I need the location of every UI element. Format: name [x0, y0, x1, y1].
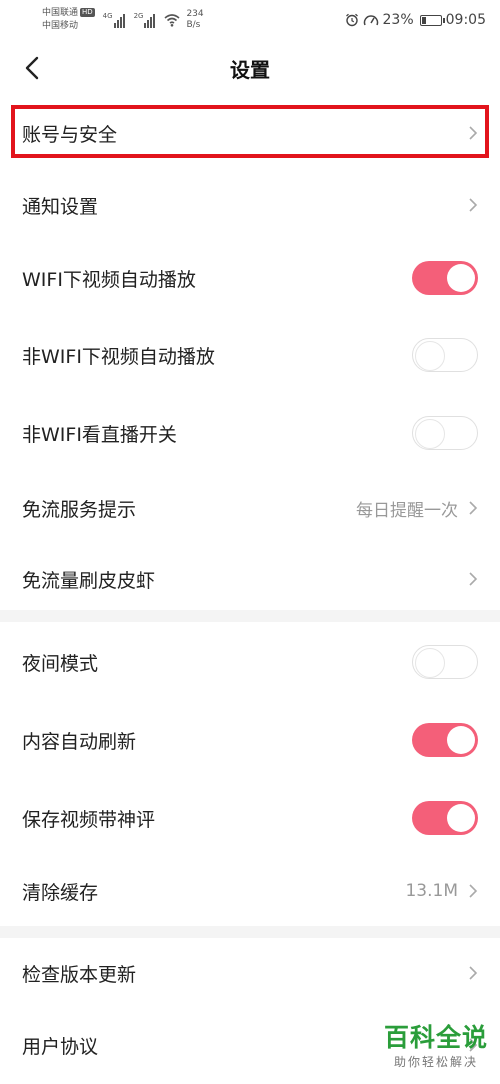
settings-row[interactable]: 免流服务提示 每日提醒一次 — [0, 470, 500, 546]
chevron-right-icon — [469, 884, 478, 898]
network-type-1: 4G — [102, 12, 113, 20]
toggle-knob — [415, 647, 445, 678]
settings-row[interactable]: 非WIFI下视频自动播放 — [0, 316, 500, 394]
toggle-switch[interactable] — [412, 261, 478, 295]
signal-2-icon: 2G — [134, 12, 157, 28]
settings-row-label: 通知设置 — [22, 195, 99, 218]
settings-row[interactable]: 检查版本更新 — [0, 938, 500, 1008]
settings-row-label: 夜间模式 — [22, 652, 99, 675]
section-divider — [0, 610, 500, 622]
toggle-knob — [447, 804, 475, 832]
speed-unit: B/s — [186, 20, 201, 30]
settings-row-label: WIFI下视频自动播放 — [22, 268, 196, 291]
settings-row-label: 检查版本更新 — [22, 963, 137, 986]
watermark-title: 百科全说 — [383, 1023, 488, 1052]
network-type-2: 2G — [133, 12, 144, 20]
toggle-knob — [415, 418, 445, 449]
settings-row-value: 13.1M — [405, 881, 458, 901]
settings-row-label: 清除缓存 — [22, 881, 99, 904]
signal-1-icon: 4G — [103, 12, 126, 28]
toggle-knob — [447, 264, 475, 292]
toggle-knob — [415, 340, 445, 371]
chevron-right-icon — [469, 966, 478, 980]
settings-row[interactable]: 非WIFI看直播开关 — [0, 394, 500, 472]
speedometer-icon — [363, 15, 378, 26]
toggle-switch[interactable] — [412, 801, 478, 835]
chevron-right-icon — [469, 501, 478, 515]
alarm-icon — [345, 13, 358, 27]
settings-row[interactable]: 免流量刷皮皮虾 — [0, 544, 500, 614]
watermark-logo: 百科全说 助你轻松解决 — [384, 1022, 488, 1070]
settings-row[interactable]: 通知设置 — [0, 170, 500, 240]
nav-bar: 设置 — [0, 40, 500, 96]
hd-badge: HD — [80, 8, 95, 17]
battery-percent: 23% — [382, 12, 414, 28]
chevron-right-icon — [469, 198, 478, 212]
toggle-knob — [447, 726, 475, 754]
wifi-icon — [164, 14, 180, 27]
chevron-right-icon — [469, 572, 478, 586]
settings-row-label: 免流服务提示 — [22, 498, 137, 521]
settings-row[interactable]: 夜间模式 — [0, 624, 500, 700]
settings-row-label: 内容自动刷新 — [22, 730, 137, 753]
settings-row-label: 保存视频带神评 — [22, 808, 156, 831]
settings-row[interactable]: 清除缓存 13.1M — [0, 856, 500, 926]
network-speed: 234 B/s — [186, 9, 203, 31]
settings-row[interactable]: 内容自动刷新 — [0, 700, 500, 780]
settings-row-value: 每日提醒一次 — [356, 500, 458, 521]
page-title: 设置 — [230, 58, 270, 82]
carrier1-name: 中国联通 — [42, 8, 79, 18]
settings-row-label: 非WIFI看直播开关 — [22, 423, 177, 446]
highlight-box — [11, 105, 489, 158]
settings-row[interactable]: WIFI下视频自动播放 — [0, 240, 500, 316]
watermark-subtitle: 助你轻松解决 — [393, 1055, 478, 1069]
carrier2-name: 中国移动 — [42, 21, 79, 31]
settings-row-label: 用户协议 — [22, 1035, 99, 1058]
carrier-info: 中国联通 HD 中国移动 — [42, 7, 95, 33]
clock: 09:05 — [445, 12, 486, 28]
toggle-switch[interactable] — [412, 338, 478, 372]
status-bar: 中国联通 HD 中国移动 4G 2G 234 B/s 23% 09:05 — [0, 0, 500, 40]
toggle-switch[interactable] — [412, 723, 478, 757]
settings-row[interactable]: 保存视频带神评 — [0, 780, 500, 856]
settings-row-label: 非WIFI下视频自动播放 — [22, 345, 215, 368]
settings-row-label: 免流量刷皮皮虾 — [22, 569, 156, 592]
speed-value: 234 — [186, 9, 204, 19]
battery-icon — [419, 14, 445, 26]
section-divider — [0, 926, 500, 938]
toggle-switch[interactable] — [412, 416, 478, 450]
toggle-switch[interactable] — [412, 645, 478, 679]
